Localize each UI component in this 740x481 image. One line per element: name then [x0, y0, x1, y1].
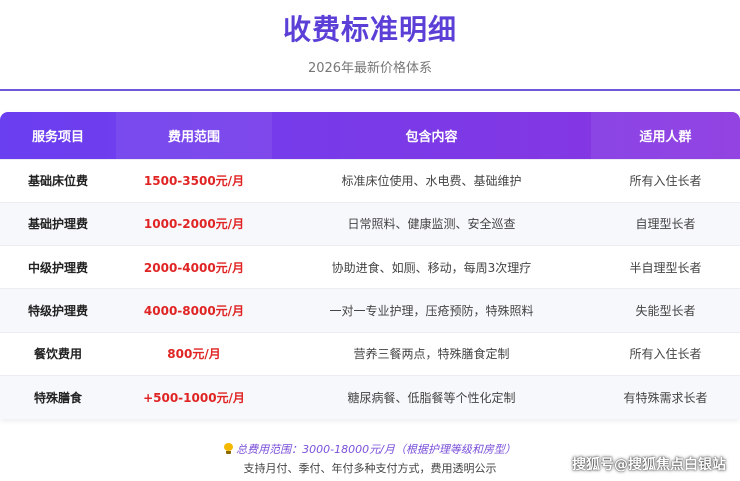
target-cell: 自理型长者 [635, 217, 696, 232]
table-row: 基础床位费 1500-3500元/月 标准床位使用、水电费、基础维护 所有入住长… [0, 159, 740, 203]
fee-table: 服务项目 费用范围 包含内容 适用人群 基础床位费 1500-3500元/月 标… [0, 112, 740, 419]
column-header-service: 服务项目 [31, 129, 84, 145]
content-cell: 日常照料、健康监测、安全巡查 [347, 217, 516, 232]
service-cell: 基础护理费 [27, 217, 88, 232]
service-cell: 特级护理费 [27, 304, 88, 319]
content-cell: 营养三餐两点，特殊膳食定制 [353, 347, 510, 362]
column-header-target: 适用人群 [591, 112, 740, 159]
fee-cell: 2000-4000元/月 [143, 260, 245, 275]
watermark: 搜狐号@搜狐焦点白银站 [572, 457, 726, 473]
content-cell: 协助进食、如厕、移动，每周3次理疗 [331, 260, 532, 275]
table-header-row: 服务项目 费用范围 包含内容 适用人群 [0, 112, 740, 159]
table-row: 基础护理费 1000-2000元/月 日常照料、健康监测、安全巡查 自理型长者 [0, 202, 740, 246]
content-cell: 糖尿病餐、低脂餐等个性化定制 [347, 390, 516, 405]
fee-cell: +500-1000元/月 [143, 390, 245, 405]
table-row: 餐饮费用 800元/月 营养三餐两点，特殊膳食定制 所有入住长者 [0, 332, 740, 376]
column-header-fee: 费用范围 [116, 112, 272, 159]
lightbulb-icon [224, 443, 234, 454]
fee-cell: 4000-8000元/月 [143, 304, 245, 319]
target-cell: 所有入住长者 [629, 174, 702, 189]
page-title: 收费标准明细 [282, 13, 457, 46]
fee-cell: 1500-3500元/月 [143, 174, 245, 189]
target-cell: 半自理型长者 [629, 260, 702, 275]
fee-table-container: 服务项目 费用范围 包含内容 适用人群 基础床位费 1500-3500元/月 标… [0, 112, 740, 419]
target-cell: 失能型长者 [635, 304, 696, 319]
fee-cell: 1000-2000元/月 [143, 217, 245, 232]
fee-cell: 800元/月 [167, 347, 221, 362]
service-cell: 中级护理费 [27, 260, 88, 275]
table-row: 特殊膳食 +500-1000元/月 糖尿病餐、低脂餐等个性化定制 有特殊需求长者 [0, 375, 740, 419]
service-cell: 基础床位费 [27, 174, 88, 189]
page-subtitle: 2026年最新价格体系 [307, 61, 433, 76]
content-cell: 标准床位使用、水电费、基础维护 [341, 174, 522, 189]
target-cell: 有特殊需求长者 [623, 390, 708, 405]
target-cell: 所有入住长者 [629, 347, 702, 362]
content-cell: 一对一专业护理，压疮预防，特殊照料 [329, 304, 534, 319]
total-fee-note-text: 总费用范围：3000-18000元/月（根据护理等级和房型） [236, 443, 516, 456]
header-divider [0, 89, 740, 91]
table-row: 中级护理费 2000-4000元/月 协助进食、如厕、移动，每周3次理疗 半自理… [0, 245, 740, 289]
column-header-content: 包含内容 [405, 129, 458, 145]
service-cell: 餐饮费用 [33, 347, 82, 362]
service-cell: 特殊膳食 [33, 390, 82, 405]
table-row: 特级护理费 4000-8000元/月 一对一专业护理，压疮预防，特殊照料 失能型… [0, 288, 740, 333]
